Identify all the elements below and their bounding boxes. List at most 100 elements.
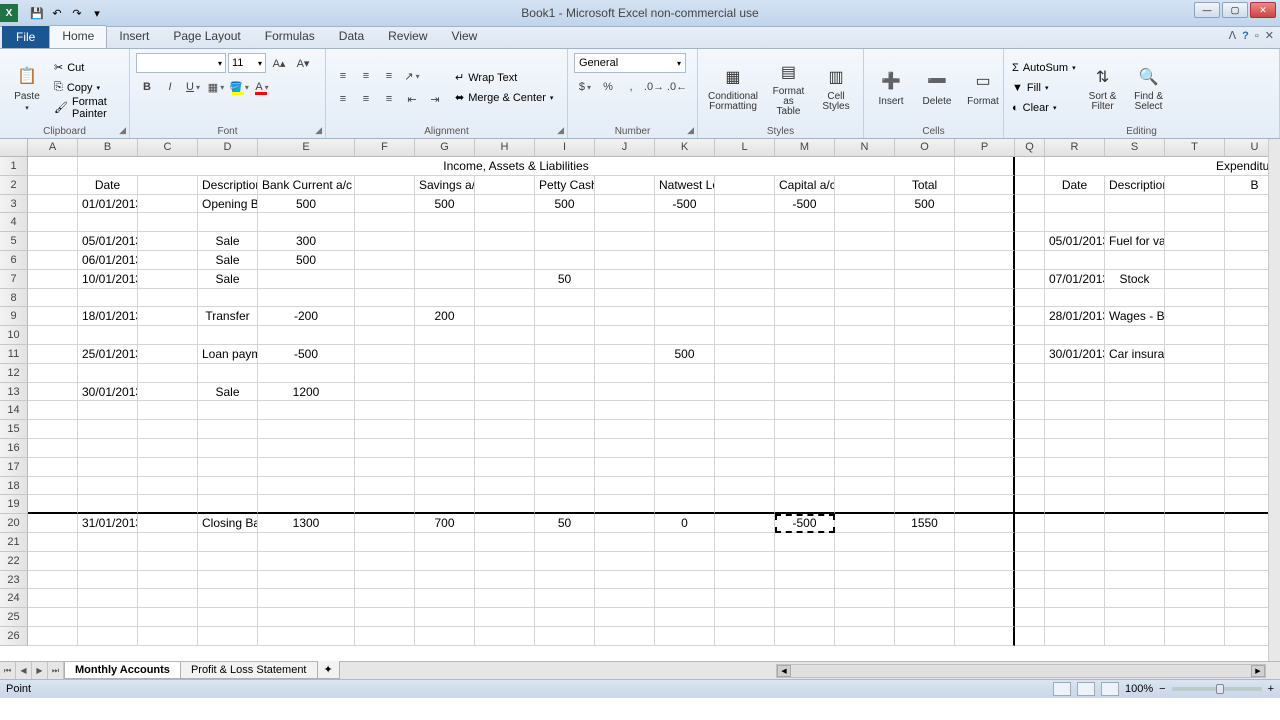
cell-C15[interactable]	[138, 420, 198, 439]
cell-E3[interactable]: 500	[258, 195, 355, 214]
cell-C20[interactable]	[138, 514, 198, 533]
cell-O8[interactable]	[895, 289, 955, 308]
cell-H24[interactable]	[475, 589, 535, 608]
cell-B23[interactable]	[78, 571, 138, 590]
cell-D11[interactable]: Loan payment	[198, 345, 258, 364]
row-header-1[interactable]: 1	[0, 157, 28, 176]
cell-N11[interactable]	[835, 345, 895, 364]
format-as-table-button[interactable]: ▤Format as Table	[766, 57, 811, 119]
tab-data[interactable]: Data	[327, 26, 376, 48]
cell-B2[interactable]: Date	[78, 176, 138, 195]
cell-G6[interactable]	[415, 251, 475, 270]
cell-I20[interactable]: 50	[535, 514, 595, 533]
cell-F2[interactable]	[355, 176, 415, 195]
cell-C2[interactable]	[138, 176, 198, 195]
cell-E21[interactable]	[258, 533, 355, 552]
align-left-icon[interactable]: ≡	[332, 89, 354, 109]
cell-O7[interactable]	[895, 270, 955, 289]
cell-D18[interactable]	[198, 477, 258, 496]
cell-F17[interactable]	[355, 458, 415, 477]
cell-P15[interactable]	[955, 420, 1015, 439]
cell-J10[interactable]	[595, 326, 655, 345]
new-sheet-icon[interactable]: ✦	[317, 661, 340, 679]
tab-review[interactable]: Review	[376, 26, 439, 48]
cell-F6[interactable]	[355, 251, 415, 270]
cell-K12[interactable]	[655, 364, 715, 383]
cell-I15[interactable]	[535, 420, 595, 439]
decrease-decimal-icon[interactable]: .0←	[666, 77, 688, 97]
cell-P10[interactable]	[955, 326, 1015, 345]
cell-L9[interactable]	[715, 307, 775, 326]
cell-K6[interactable]	[655, 251, 715, 270]
cell-M18[interactable]	[775, 477, 835, 496]
cell-R15[interactable]	[1045, 420, 1105, 439]
cell-E9[interactable]: -200	[258, 307, 355, 326]
cell-F13[interactable]	[355, 383, 415, 402]
cell-L23[interactable]	[715, 571, 775, 590]
cell-E10[interactable]	[258, 326, 355, 345]
cell-B3[interactable]: 01/01/2013	[78, 195, 138, 214]
cell-P22[interactable]	[955, 552, 1015, 571]
cell-I18[interactable]	[535, 477, 595, 496]
cell-R18[interactable]	[1045, 477, 1105, 496]
cell-G21[interactable]	[415, 533, 475, 552]
cell-I21[interactable]	[535, 533, 595, 552]
sheet-nav-last-icon[interactable]: ⏭	[48, 662, 64, 679]
cell-L10[interactable]	[715, 326, 775, 345]
cell-G22[interactable]	[415, 552, 475, 571]
cell-I9[interactable]	[535, 307, 595, 326]
cell-Q12[interactable]	[1015, 364, 1045, 383]
cell-H4[interactable]	[475, 213, 535, 232]
cell-S19[interactable]	[1105, 495, 1165, 514]
cell-S21[interactable]	[1105, 533, 1165, 552]
cell-I12[interactable]	[535, 364, 595, 383]
cell-C11[interactable]	[138, 345, 198, 364]
cell-R8[interactable]	[1045, 289, 1105, 308]
cell-T22[interactable]	[1165, 552, 1225, 571]
cell-B8[interactable]	[78, 289, 138, 308]
cell-J6[interactable]	[595, 251, 655, 270]
cell-N9[interactable]	[835, 307, 895, 326]
cell-D15[interactable]	[198, 420, 258, 439]
row-header-22[interactable]: 22	[0, 552, 28, 571]
redo-icon[interactable]: ↷	[68, 4, 86, 22]
delete-cells-button[interactable]: ➖Delete	[916, 66, 958, 109]
cell-S8[interactable]	[1105, 289, 1165, 308]
cell-D20[interactable]: Closing Balances	[198, 514, 258, 533]
zoom-percent[interactable]: 100%	[1125, 683, 1153, 695]
cell-L16[interactable]	[715, 439, 775, 458]
cell-H18[interactable]	[475, 477, 535, 496]
cell-H10[interactable]	[475, 326, 535, 345]
cell-S26[interactable]	[1105, 627, 1165, 646]
tab-view[interactable]: View	[440, 26, 490, 48]
cell-A23[interactable]	[28, 571, 78, 590]
cell-A24[interactable]	[28, 589, 78, 608]
cell-M8[interactable]	[775, 289, 835, 308]
cell-F16[interactable]	[355, 439, 415, 458]
cell-D16[interactable]	[198, 439, 258, 458]
cell-H21[interactable]	[475, 533, 535, 552]
cell-H25[interactable]	[475, 608, 535, 627]
cell-P11[interactable]	[955, 345, 1015, 364]
cell-T13[interactable]	[1165, 383, 1225, 402]
paste-button[interactable]: 📋 Paste ▾	[6, 61, 48, 114]
cell-F19[interactable]	[355, 495, 415, 514]
number-format-combo[interactable]: General▾	[574, 53, 686, 73]
cell-R6[interactable]	[1045, 251, 1105, 270]
cell-A5[interactable]	[28, 232, 78, 251]
zoom-out-icon[interactable]: −	[1159, 683, 1165, 695]
cell-P24[interactable]	[955, 589, 1015, 608]
cell-I10[interactable]	[535, 326, 595, 345]
cell-C3[interactable]	[138, 195, 198, 214]
cell-J24[interactable]	[595, 589, 655, 608]
cell-K22[interactable]	[655, 552, 715, 571]
sheet-nav-prev-icon[interactable]: ◀	[16, 662, 32, 679]
cell-S20[interactable]	[1105, 514, 1165, 533]
cell-Q3[interactable]	[1015, 195, 1045, 214]
cell-B5[interactable]: 05/01/2013	[78, 232, 138, 251]
cell-J25[interactable]	[595, 608, 655, 627]
cell-R19[interactable]	[1045, 495, 1105, 514]
cell-E7[interactable]	[258, 270, 355, 289]
cell-K17[interactable]	[655, 458, 715, 477]
cell-P16[interactable]	[955, 439, 1015, 458]
